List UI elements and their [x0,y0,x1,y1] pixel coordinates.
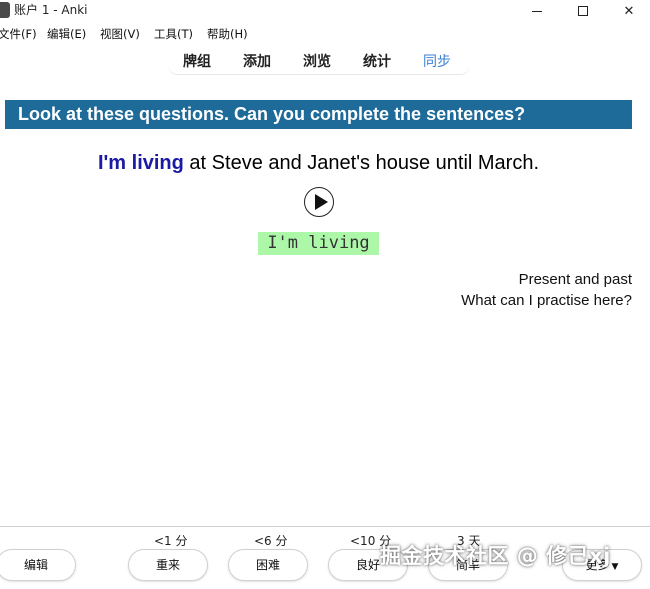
play-audio-button[interactable] [304,187,334,217]
toolbar-add[interactable]: 添加 [243,51,271,71]
toolbar-strip: 牌组 添加 浏览 统计 同步 [168,45,470,75]
sentence-rest: at Steve and Janet's house until March. [183,152,540,174]
again-interval: <1 分 [154,534,188,548]
menu-help[interactable]: 帮助(H) [207,25,248,43]
hard-button[interactable]: 困难 [228,549,308,581]
menu-bar: 文件(F) 编辑(E) 视图(V) 工具(T) 帮助(H) [0,25,650,43]
card-instruction-banner: Look at these questions. Can you complet… [5,100,632,129]
note-topic: Present and past [518,271,632,288]
toolbar-sync[interactable]: 同步 [423,51,451,71]
card-sentence: I'm living at Steve and Janet's house un… [0,150,637,176]
minimize-button[interactable] [514,0,560,22]
window-title: 账户 1 - Anki [14,3,88,17]
close-button[interactable]: ✕ [606,0,650,22]
anki-icon [0,2,10,18]
maximize-button[interactable] [560,0,606,22]
toolbar-stats[interactable]: 统计 [363,51,391,71]
menu-view[interactable]: 视图(V) [100,25,140,43]
note-question: What can I practise here? [461,292,632,309]
card-notes: Present and past What can I practise her… [461,269,632,311]
chevron-down-icon: ▼ [611,562,619,572]
maximize-icon [578,6,588,16]
main-toolbar: 牌组 添加 浏览 统计 同步 [0,43,650,77]
menu-file[interactable]: 文件(F) [0,25,37,43]
menu-edit[interactable]: 编辑(E) [47,25,86,43]
typed-answer: I'm living [258,232,379,255]
toolbar-browse[interactable]: 浏览 [303,51,331,71]
close-icon: ✕ [623,3,635,19]
watermark: 掘金技术社区 @ 修己xj [380,544,611,568]
menu-tools[interactable]: 工具(T) [154,25,193,43]
hard-interval: <6 分 [254,534,288,548]
toolbar-decks[interactable]: 牌组 [183,51,211,71]
play-icon [314,194,328,210]
again-button[interactable]: 重来 [128,549,208,581]
minimize-icon [532,10,542,12]
edit-button[interactable]: 编辑 [0,549,76,581]
title-bar: 账户 1 - Anki ✕ [0,0,650,22]
cloze-text: I'm living [97,152,184,174]
